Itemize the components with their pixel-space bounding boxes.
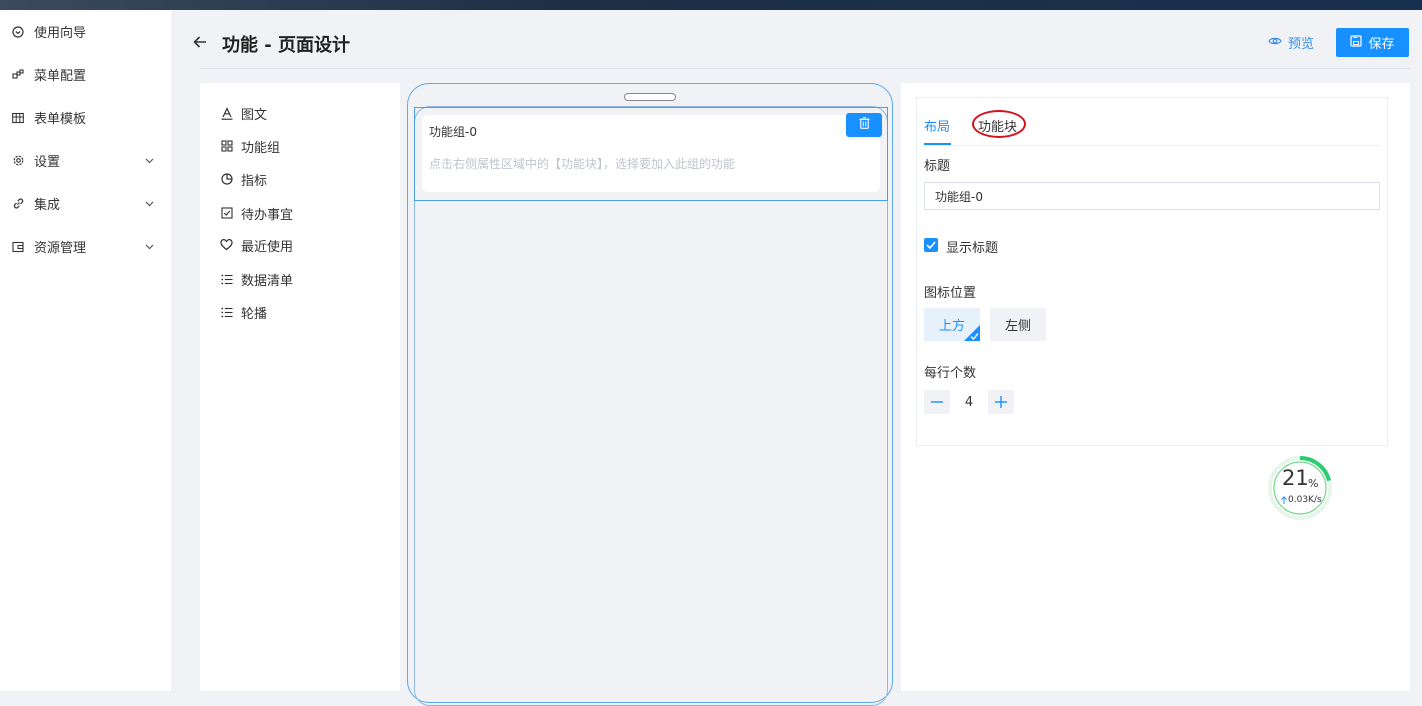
heart-icon	[220, 239, 233, 252]
title-input[interactable]	[924, 182, 1380, 210]
component-label: 指标	[241, 173, 268, 189]
gauge-percent-symbol: %	[1308, 477, 1319, 490]
checkbox-icon	[220, 207, 233, 220]
function-group-title: 功能组-0	[429, 125, 477, 139]
sidebar-item-resource-management[interactable]: 资源管理	[0, 225, 171, 268]
tab-divider	[924, 145, 1380, 146]
save-button[interactable]: 保存	[1336, 28, 1409, 57]
link-icon	[11, 197, 25, 211]
show-title-label: 显示标题	[946, 241, 999, 256]
minus-icon	[931, 401, 943, 403]
component-label: 轮播	[241, 306, 268, 322]
gear-icon	[11, 154, 25, 168]
gauge-speed: 0.03K/s	[1281, 495, 1322, 505]
component-item-todo[interactable]: 待办事宜	[220, 203, 293, 223]
component-panel: 图文 功能组 指标 待办事宜 最近使用 数据清单 轮播	[200, 83, 400, 691]
sidebar-item-form-template[interactable]: 表单模板	[0, 96, 171, 139]
sidebar-item-label: 菜单配置	[34, 69, 87, 84]
component-label: 数据清单	[241, 273, 294, 289]
component-label: 功能组	[241, 140, 281, 156]
list-icon	[220, 306, 233, 319]
checkmark-icon	[970, 333, 979, 340]
component-item-function-group[interactable]: 功能组	[220, 136, 280, 156]
title-field-label: 标题	[924, 159, 951, 174]
icon-position-top-option[interactable]: 上方	[924, 308, 980, 341]
per-row-value[interactable]: 4	[950, 390, 988, 414]
menu-config-icon	[11, 68, 25, 82]
back-arrow-icon[interactable]	[192, 34, 208, 50]
decrement-button[interactable]	[924, 390, 950, 414]
sidebar-item-label: 使用向导	[34, 26, 87, 41]
sidebar-item-label: 设置	[34, 155, 61, 170]
icon-position-label: 图标位置	[924, 286, 977, 301]
component-item-image-text[interactable]: 图文	[220, 103, 267, 123]
text-icon	[220, 106, 233, 120]
component-item-data-list[interactable]: 数据清单	[220, 269, 293, 289]
wallet-icon	[11, 240, 25, 254]
sidebar-item-label: 表单模板	[34, 112, 87, 127]
function-group-hint: 点击右侧属性区域中的【功能块】，选择要加入此组的功能	[429, 157, 736, 171]
guide-icon	[11, 25, 25, 39]
top-bar	[0, 0, 1422, 10]
header-divider	[200, 68, 1410, 69]
option-label: 上方	[938, 319, 965, 334]
chevron-down-icon	[145, 199, 155, 209]
sidebar: 使用向导 菜单配置 表单模板 设置 集成 资源管理	[0, 10, 171, 691]
eye-icon	[1268, 35, 1282, 50]
page-title: 功能 - 页面设计	[222, 35, 351, 56]
gauge-percent: 21	[1282, 466, 1309, 490]
chevron-down-icon	[145, 156, 155, 166]
delete-group-button[interactable]	[846, 113, 882, 137]
checkmark-icon	[926, 241, 936, 249]
sidebar-item-integration[interactable]: 集成	[0, 182, 171, 225]
component-item-carousel[interactable]: 轮播	[220, 302, 267, 322]
table-icon	[11, 111, 25, 125]
sidebar-item-menu-config[interactable]: 菜单配置	[0, 53, 171, 96]
icon-position-left-option[interactable]: 左侧	[990, 308, 1046, 341]
increment-button[interactable]	[988, 390, 1014, 414]
tab-function-block[interactable]: 功能块	[978, 116, 1017, 135]
plus-icon	[995, 396, 1007, 408]
component-label: 图文	[241, 107, 268, 123]
save-icon	[1350, 34, 1363, 51]
gauge-speed-value: 0.03K/s	[1288, 495, 1322, 505]
grid-icon	[220, 140, 233, 153]
component-item-recent[interactable]: 最近使用	[220, 235, 293, 255]
sidebar-item-guide[interactable]: 使用向导	[0, 10, 171, 53]
save-label: 保存	[1368, 37, 1395, 52]
upload-arrow-icon	[1281, 496, 1287, 504]
sidebar-item-label: 资源管理	[34, 241, 87, 256]
list-icon	[220, 273, 233, 286]
sidebar-item-settings[interactable]: 设置	[0, 139, 171, 182]
function-group-card[interactable]	[422, 115, 880, 192]
phone-speaker	[624, 93, 676, 101]
show-title-checkbox[interactable]	[924, 238, 938, 252]
sidebar-item-label: 集成	[34, 198, 61, 213]
tab-layout[interactable]: 布局	[924, 116, 950, 135]
pie-chart-icon	[220, 173, 233, 186]
component-label: 待办事宜	[241, 207, 294, 223]
preview-button[interactable]: 预览	[1268, 31, 1314, 53]
trash-icon	[859, 117, 870, 133]
preview-label: 预览	[1288, 36, 1315, 52]
component-label: 最近使用	[241, 239, 294, 255]
per-row-label: 每行个数	[924, 366, 977, 381]
chevron-down-icon	[145, 242, 155, 252]
option-label: 左侧	[1004, 319, 1031, 334]
component-item-indicator[interactable]: 指标	[220, 169, 267, 189]
